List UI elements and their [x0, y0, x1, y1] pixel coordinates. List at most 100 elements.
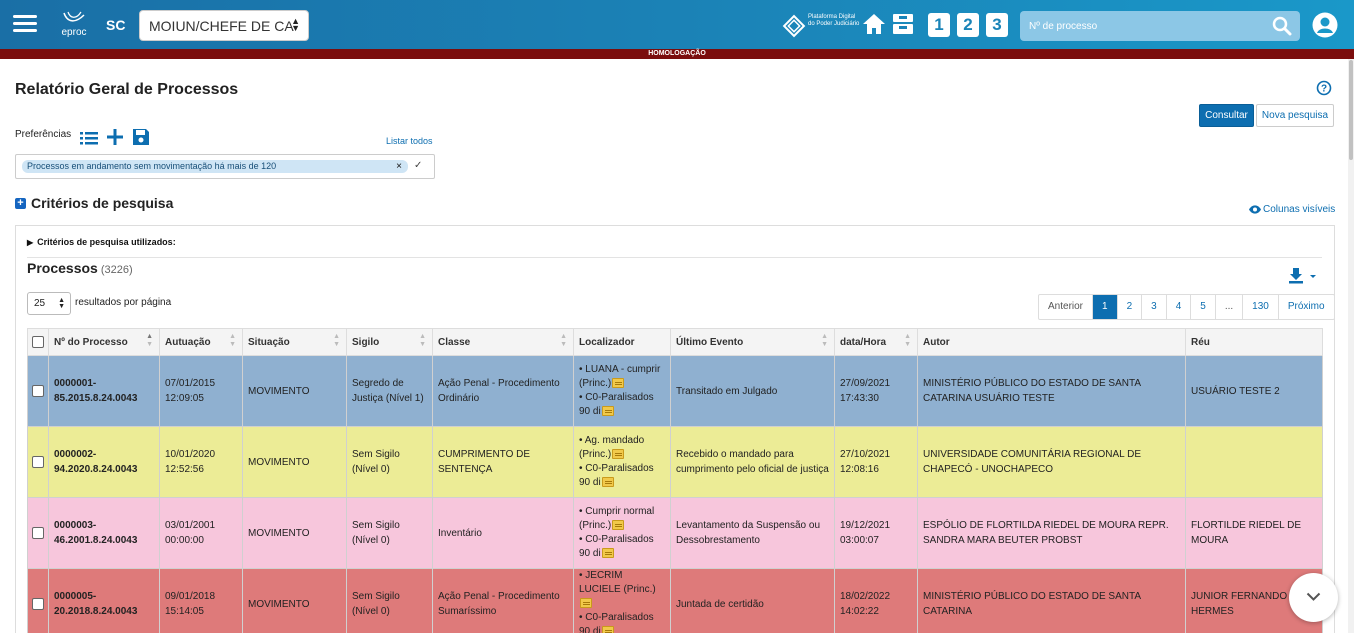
- expand-criteria-icon[interactable]: +: [15, 198, 26, 209]
- eye-icon: [1249, 205, 1261, 214]
- search-icon[interactable]: [1272, 16, 1292, 36]
- table-body: 0000001- 85.2015.8.24.0043 07/01/2015 12:09…: [27, 355, 1323, 633]
- numero-cell[interactable]: 0000001- 85.2015.8.24.0043: [48, 355, 160, 427]
- consultar-button[interactable]: Consultar: [1199, 104, 1254, 127]
- evento-time: 14:02:22: [840, 606, 879, 617]
- col-autuacao[interactable]: Autuação ▲ ▼: [159, 328, 243, 356]
- note-icon[interactable]: [601, 626, 614, 633]
- col-localizador: Localizador: [573, 328, 671, 356]
- evento-date: 27/09/2021: [840, 378, 891, 389]
- note-icon[interactable]: [601, 548, 614, 558]
- sort-icon[interactable]: ▲ ▼: [146, 333, 153, 349]
- page-1[interactable]: 1: [1092, 295, 1117, 319]
- localizador-cell: • JECRIM LUCIELE (Princ.) • C0-Paralisado…: [573, 568, 671, 633]
- save-icon[interactable]: [132, 128, 150, 146]
- sort-icon[interactable]: ▲ ▼: [904, 333, 911, 349]
- classe-cell: Ação Penal - Procedimento Ordinário: [432, 355, 574, 427]
- criterios-title: Critérios de pesquisa: [31, 195, 174, 211]
- sort-icon[interactable]: ▲ ▼: [229, 333, 236, 349]
- pdpj-logo[interactable]: Plataforma Digital do Poder Judiciário: [781, 13, 861, 39]
- row-checkbox[interactable]: [32, 384, 44, 397]
- page-130[interactable]: 130: [1242, 295, 1278, 319]
- shortcut-2-button[interactable]: 2: [957, 13, 979, 37]
- numero-line: 0000001-: [54, 378, 97, 389]
- process-search-input[interactable]: [1020, 11, 1270, 41]
- note-icon[interactable]: [612, 520, 625, 530]
- numero-line: 46.2001.8.24.0043: [54, 535, 138, 546]
- nova-pesquisa-button[interactable]: Nova pesquisa: [1256, 104, 1334, 127]
- situacao-cell: MOVIMENTO: [242, 355, 347, 427]
- page-3[interactable]: 3: [1141, 295, 1166, 319]
- table-row[interactable]: 0000003- 46.2001.8.24.0043 03/01/2001 00:00…: [27, 497, 1323, 569]
- table-row[interactable]: 0000001- 85.2015.8.24.0043 07/01/2015 12:09…: [27, 355, 1323, 427]
- shortcut-1-button[interactable]: 1: [928, 13, 950, 37]
- sort-icon[interactable]: ▲ ▼: [821, 333, 828, 349]
- processes-table: Nº do Processo ▲ ▼ Autuação ▲ ▼ Situação ▲ ▼ S…: [27, 328, 1323, 633]
- row-checkbox[interactable]: [32, 455, 44, 468]
- numero-cell[interactable]: 0000005- 20.2018.8.24.0043: [48, 568, 160, 633]
- numero-cell[interactable]: 0000002- 94.2020.8.24.0043: [48, 426, 160, 498]
- numero-line: 0000003-: [54, 520, 97, 531]
- inbox-icon[interactable]: [892, 12, 914, 36]
- preference-select[interactable]: Processos em andamento sem movimentação …: [15, 154, 435, 179]
- sort-icon[interactable]: ▲ ▼: [419, 333, 426, 349]
- profile-select[interactable]: MOIUN/CHEFE DE CA ▲ ▼: [139, 10, 309, 41]
- scrollbar-thumb[interactable]: [1349, 60, 1353, 160]
- col-classe[interactable]: Classe ▲ ▼: [432, 328, 574, 356]
- page-4[interactable]: 4: [1165, 295, 1191, 319]
- shortcut-3-button[interactable]: 3: [986, 13, 1008, 37]
- download-icon[interactable]: [1289, 268, 1319, 284]
- numero-cell[interactable]: 0000003- 46.2001.8.24.0043: [48, 497, 160, 569]
- processos-title: Processos: [27, 260, 98, 276]
- autuacao-time: 12:52:56: [165, 464, 204, 475]
- help-icon[interactable]: ?: [1316, 80, 1332, 96]
- menu-icon[interactable]: [13, 15, 37, 33]
- sort-icon[interactable]: ▲ ▼: [560, 333, 567, 349]
- scroll-down-button[interactable]: [1289, 573, 1338, 622]
- row-select-cell: [27, 568, 49, 633]
- processos-heading: Processos (3226): [27, 260, 133, 276]
- note-icon[interactable]: [601, 477, 614, 487]
- col-sigilo-label: Sigilo: [352, 336, 380, 348]
- page-5[interactable]: 5: [1190, 295, 1215, 319]
- col-situacao[interactable]: Situação ▲ ▼: [242, 328, 347, 356]
- evento-time: 12:08:16: [840, 464, 879, 475]
- sigilo-cell: Sem Sigilo (Nível 0): [346, 497, 433, 569]
- row-checkbox[interactable]: [32, 597, 44, 610]
- page-title: Relatório Geral de Processos: [15, 81, 239, 98]
- remove-preference-icon[interactable]: ×: [396, 160, 402, 173]
- eproc-logo[interactable]: eproc: [58, 10, 90, 40]
- listar-todos-link[interactable]: Listar todos: [386, 136, 433, 146]
- add-icon[interactable]: [107, 129, 123, 145]
- page-next[interactable]: Próximo: [1277, 295, 1334, 319]
- sort-icon[interactable]: ▲ ▼: [333, 333, 340, 349]
- note-icon[interactable]: [612, 449, 625, 459]
- col-sigilo[interactable]: Sigilo ▲ ▼: [346, 328, 433, 356]
- note-icon[interactable]: [601, 406, 614, 416]
- criterios-utilizados-toggle[interactable]: ▶ Critérios de pesquisa utilizados:: [27, 237, 176, 247]
- col-datahora[interactable]: data/Hora ▲ ▼: [834, 328, 918, 356]
- evento-date: 19/12/2021: [840, 520, 891, 531]
- col-numero[interactable]: Nº do Processo ▲ ▼: [48, 328, 160, 356]
- numero-line: 20.2018.8.24.0043: [54, 606, 138, 617]
- note-icon[interactable]: [612, 378, 625, 388]
- note-icon[interactable]: [580, 598, 592, 608]
- select-arrows-icon: ▲ ▼: [291, 16, 300, 33]
- user-avatar-icon[interactable]: [1312, 12, 1338, 38]
- row-checkbox[interactable]: [32, 526, 44, 539]
- col-ultimo-evento[interactable]: Último Evento ▲ ▼: [670, 328, 835, 356]
- select-all-checkbox[interactable]: [32, 336, 44, 348]
- autuacao-cell: 07/01/2015 12:09:05: [159, 355, 243, 427]
- home-icon[interactable]: [861, 12, 887, 36]
- list-icon[interactable]: [80, 131, 98, 145]
- page-size-select[interactable]: 25 ▲ ▼: [27, 292, 71, 315]
- table-row[interactable]: 0000005- 20.2018.8.24.0043 09/01/2018 15:14…: [27, 568, 1323, 633]
- numero-line: 0000005-: [54, 591, 97, 602]
- page-2[interactable]: 2: [1116, 295, 1142, 319]
- table-row[interactable]: 0000002- 94.2020.8.24.0043 10/01/2020 12:52…: [27, 426, 1323, 498]
- colunas-visiveis-link[interactable]: Colunas visíveis: [1249, 204, 1335, 215]
- page-scrollbar[interactable]: [1348, 59, 1354, 633]
- numero-line: 0000002-: [54, 449, 97, 460]
- page-previous[interactable]: Anterior: [1039, 295, 1092, 319]
- top-header: eproc SC MOIUN/CHEFE DE CA ▲ ▼ Plataforma…: [0, 0, 1354, 49]
